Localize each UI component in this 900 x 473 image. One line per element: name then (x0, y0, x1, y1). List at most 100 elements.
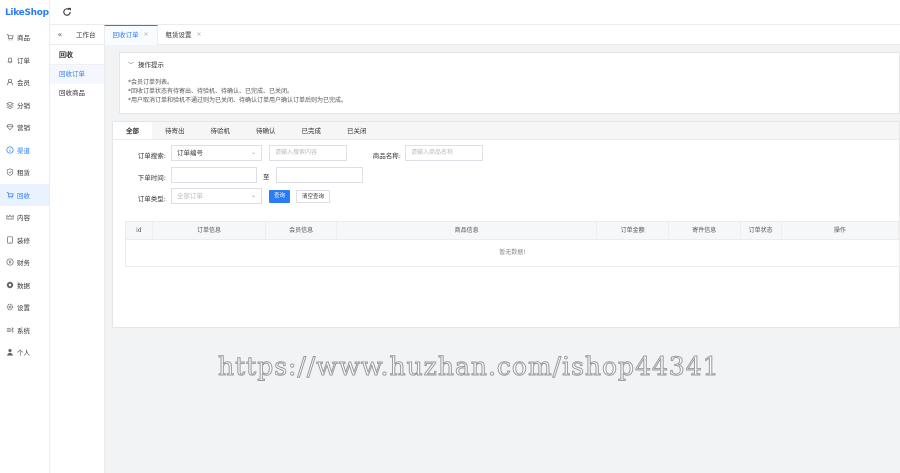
sidebar-item-recycle[interactable]: 回收 (0, 183, 49, 206)
sidebar-item-label: 设置 (17, 304, 30, 313)
status-tabs: 全部 待寄出 待验机 待确认 已完成 已关闭 (113, 122, 899, 140)
column-header: 会员信息 (266, 222, 337, 239)
sidebar-item-label: 回收 (17, 191, 30, 200)
order-search-label: 订单搜索: (137, 152, 166, 160)
submenu-item-recycle-orders[interactable]: 回收订单 (50, 65, 104, 84)
sidebar-item-personal[interactable]: 个人 (0, 341, 49, 364)
sidebar-item-channel[interactable]: 渠道 (0, 139, 49, 162)
order-time-label: 下单时间: (137, 174, 166, 182)
sidebar-item-label: 分销 (17, 101, 30, 110)
chevron-down-icon: ⌄ (250, 149, 256, 156)
query-button[interactable]: 查询 (269, 190, 291, 203)
sidebar-item-label: 系统 (17, 326, 30, 335)
sidebar-item-settings[interactable]: 设置 (0, 296, 49, 319)
tab-label: 租赁设置 (165, 30, 192, 39)
sidebar-item-content[interactable]: 内容 (0, 206, 49, 229)
sidebar-item-distribution[interactable]: 分销 (0, 94, 49, 117)
collapse-icon[interactable]: « (52, 30, 68, 39)
tab-recycle-orders[interactable]: 回收订单 × (103, 24, 158, 45)
bell-icon (5, 55, 14, 64)
sidebar-item-label: 渠道 (17, 146, 30, 155)
sidebar-item-members[interactable]: 会员 (0, 71, 49, 94)
info-icon (5, 145, 14, 154)
tab-label: 回收订单 (112, 31, 139, 39)
clear-query-button[interactable]: 清空查询 (296, 190, 331, 203)
sidebar-item-label: 订单 (17, 56, 30, 65)
tips-line: *用户取消订单和验机不通过则为已关闭、待确认订单用户确认订单后则为已完成。 (128, 97, 348, 104)
tips-body: *会员订单列表。 *回收订单状态有待寄出、待验机、待确认、已完成、已关闭。 *用… (128, 78, 891, 105)
sidebar-item-marketing[interactable]: 营销 (0, 116, 49, 139)
app-logo[interactable]: LikeShop (0, 0, 49, 26)
start-time-input[interactable] (171, 167, 257, 183)
tips-title: 操作提示 (138, 61, 165, 69)
column-header: 操作 (782, 222, 900, 239)
column-header: 商品信息 (337, 222, 598, 239)
table-header: id 订单信息 会员信息 商品信息 订单金额 寄件信息 订单状态 操作 (126, 222, 900, 240)
status-tab-to-inspect[interactable]: 待验机 (198, 122, 244, 139)
submenu-item-recycle-goods[interactable]: 回收商品 (50, 84, 104, 103)
close-icon[interactable]: × (144, 25, 149, 45)
layers-icon (5, 100, 14, 109)
order-search-type-select[interactable]: 订单编号 ⌄ (171, 145, 262, 161)
system-icon (5, 325, 14, 334)
tips-header[interactable]: ﹀ 操作提示 (128, 59, 891, 69)
operation-tips: ﹀ 操作提示 *会员订单列表。 *回收订单状态有待寄出、待验机、待确认、已完成、… (119, 52, 900, 114)
sidebar-item-label: 装修 (17, 236, 30, 245)
goods-name-label: 商品名称: (372, 152, 401, 160)
column-header: 订单状态 (741, 222, 782, 239)
person-icon (5, 348, 14, 357)
page-tabs-bar: « 工作台 回收订单 × 租赁设置 × (50, 24, 900, 45)
order-search-input[interactable]: 请输入搜索内容 (269, 145, 347, 161)
end-time-input[interactable] (276, 167, 363, 183)
sidebar-item-decoration[interactable]: 装修 (0, 229, 49, 252)
cart-icon (5, 190, 14, 199)
order-type-select[interactable]: 全部订单 ⌄ (171, 188, 262, 204)
diamond-icon (5, 123, 14, 132)
top-bar (50, 0, 900, 25)
tab-label: 工作台 (76, 30, 96, 39)
sidebar-item-label: 内容 (17, 214, 30, 223)
status-tab-all[interactable]: 全部 (113, 122, 152, 139)
sidebar-item-goods[interactable]: 商品 (0, 26, 49, 49)
tab-dashboard[interactable]: 工作台 (68, 25, 104, 45)
tips-line: *回收订单状态有待寄出、待验机、待确认、已完成、已关闭。 (128, 88, 294, 95)
chevron-down-icon[interactable]: ﹀ (128, 60, 134, 69)
main-content: ﹀ 操作提示 *会员订单列表。 *回收订单状态有待寄出、待验机、待确认、已完成、… (112, 52, 900, 328)
sidebar-item-label: 租赁 (17, 169, 30, 178)
shield-icon (5, 168, 14, 177)
sidebar-item-label: 个人 (17, 349, 30, 358)
status-tab-to-confirm[interactable]: 待确认 (243, 122, 289, 139)
column-header: 订单金额 (597, 222, 669, 239)
search-form: 订单搜索: 订单编号 ⌄ 请输入搜索内容 商品名称: 请输入商品名称 下单时间:… (113, 140, 899, 228)
close-icon[interactable]: × (197, 25, 202, 45)
user-icon (5, 78, 14, 87)
cart-icon (5, 33, 14, 42)
select-value: 全部订单 (177, 192, 203, 200)
time-separator: 至 (263, 173, 270, 181)
submenu-title: 回收 (50, 45, 104, 65)
tab-lease-settings[interactable]: 租赁设置 × (158, 25, 210, 45)
sidebar-item-label: 营销 (17, 124, 30, 133)
status-tab-closed[interactable]: 已关闭 (334, 122, 380, 139)
tablet-icon (5, 235, 14, 244)
coin-icon (5, 258, 14, 267)
sidebar-item-system[interactable]: 系统 (0, 319, 49, 342)
sidebar-item-label: 商品 (17, 34, 30, 43)
tips-line: *会员订单列表。 (128, 79, 174, 86)
status-tab-to-ship[interactable]: 待寄出 (152, 122, 198, 139)
sidebar-item-data[interactable]: 数据 (0, 274, 49, 297)
sidebar-item-orders[interactable]: 订单 (0, 49, 49, 72)
orders-table: id 订单信息 会员信息 商品信息 订单金额 寄件信息 订单状态 操作 暂无数据… (125, 221, 900, 267)
data-icon (5, 280, 14, 289)
watermark: https://www.huzhan.com/ishop44341 (218, 352, 720, 382)
sidebar-item-lease[interactable]: 租赁 (0, 161, 49, 184)
main-sidebar: LikeShop 商品 订单 会员 分销 营销 渠道 租赁 回收 内容 装修 财… (0, 0, 50, 473)
select-value: 订单编号 (177, 149, 203, 157)
goods-name-input[interactable]: 请输入商品名称 (405, 145, 483, 161)
column-header: id (126, 222, 153, 239)
status-tab-completed[interactable]: 已完成 (289, 122, 335, 139)
sidebar-item-finance[interactable]: 财务 (0, 251, 49, 274)
refresh-icon[interactable] (62, 7, 72, 17)
sidebar-item-label: 数据 (17, 281, 30, 290)
order-type-label: 订单类型: (137, 195, 166, 203)
